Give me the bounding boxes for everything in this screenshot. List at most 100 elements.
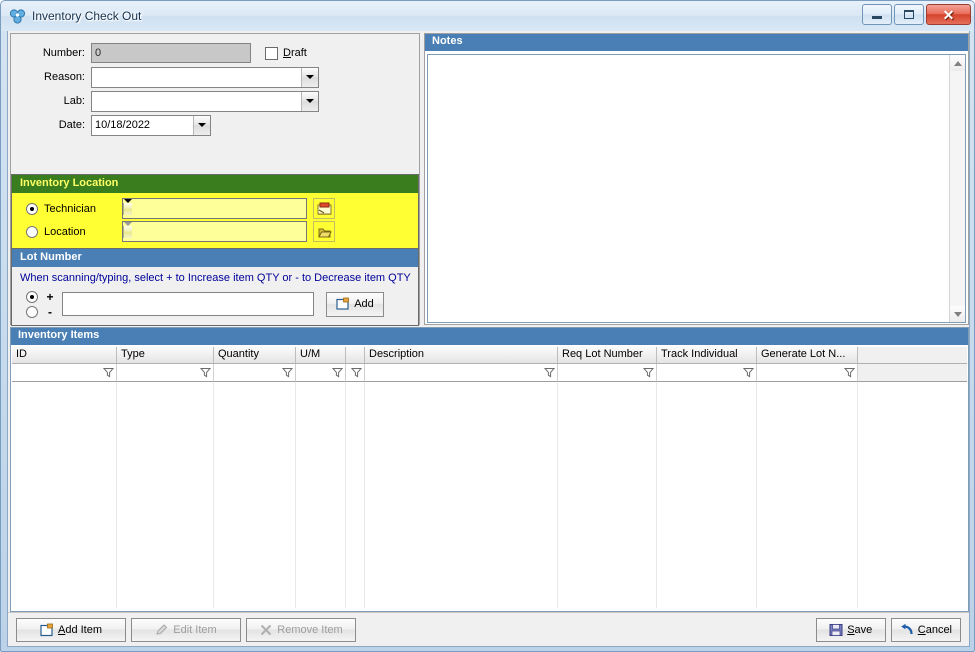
- notes-textarea[interactable]: [428, 55, 949, 322]
- lot-number-header: Lot Number: [12, 249, 418, 267]
- edit-item-label: Edit Item: [173, 624, 217, 636]
- filter-funnel-icon[interactable]: [643, 367, 654, 378]
- grid-column-filter-cell[interactable]: [558, 364, 657, 382]
- notes-scroll-down-button[interactable]: [950, 306, 965, 322]
- close-button[interactable]: ✕: [926, 4, 971, 25]
- save-floppy-icon: [829, 624, 843, 636]
- grid-filler: [858, 364, 967, 382]
- lab-row: Lab:: [11, 90, 419, 112]
- lot-sign-radios: + -: [12, 289, 62, 319]
- grid-column-filter-cell[interactable]: [296, 364, 346, 382]
- draft-checkbox[interactable]: [265, 46, 278, 60]
- date-value: 10/18/2022: [95, 119, 151, 131]
- reason-combobox[interactable]: [91, 66, 319, 88]
- lot-number-body: When scanning/typing, select + to Increa…: [12, 267, 418, 325]
- remove-item-button[interactable]: Remove Item: [246, 618, 356, 642]
- notes-scroll-up-button[interactable]: [950, 55, 965, 71]
- cancel-button[interactable]: Cancel: [890, 618, 961, 642]
- date-chevron-down-icon[interactable]: [193, 115, 210, 135]
- grid-column-filter-cell[interactable]: [346, 364, 365, 382]
- technician-combobox[interactable]: [122, 198, 307, 219]
- location-chevron-down-icon[interactable]: [123, 221, 132, 238]
- grid-column-header[interactable]: Type: [117, 347, 214, 364]
- add-note-icon: [336, 297, 350, 310]
- grid-column-header[interactable]: ID: [12, 347, 117, 364]
- filter-funnel-icon[interactable]: [200, 367, 211, 378]
- grid-column-header[interactable]: [346, 347, 365, 364]
- grid-column-body: [12, 382, 117, 608]
- lab-combobox[interactable]: [91, 90, 319, 112]
- filter-funnel-icon[interactable]: [743, 367, 754, 378]
- location-lookup-button[interactable]: [313, 221, 335, 242]
- lot-scan-input[interactable]: [62, 292, 314, 316]
- grid-column-header[interactable]: Description: [365, 347, 558, 364]
- lot-number-hint: When scanning/typing, select + to Increa…: [20, 272, 411, 284]
- minimize-button[interactable]: [862, 4, 892, 25]
- grid-column-filter-cell[interactable]: [757, 364, 858, 382]
- date-label: Date:: [58, 119, 85, 131]
- title-bar[interactable]: Inventory Check Out ✕: [1, 1, 974, 31]
- header-form: Number: 0 Draft Reason: Lab: Date: 10/18…: [11, 34, 419, 136]
- lot-minus-radio[interactable]: [26, 305, 38, 318]
- lot-input-row: + - Add: [12, 289, 418, 319]
- lab-chevron-down-icon[interactable]: [301, 91, 318, 111]
- filter-funnel-icon[interactable]: [351, 367, 362, 378]
- grid-column-filter-cell[interactable]: [657, 364, 757, 382]
- notes-scrollbar[interactable]: [949, 55, 965, 322]
- grid-column-filter-cell[interactable]: [12, 364, 117, 382]
- grid-column-filter-cell[interactable]: [365, 364, 558, 382]
- technician-lookup-icon: [317, 202, 331, 215]
- grid-column-body: [296, 382, 346, 608]
- save-button[interactable]: Save: [815, 618, 886, 642]
- grid-filter-row: [12, 364, 967, 382]
- technician-radio[interactable]: [26, 202, 38, 215]
- left-panel: Number: 0 Draft Reason: Lab: Date: 10/18…: [10, 33, 420, 326]
- grid-body-empty[interactable]: [12, 382, 967, 608]
- edit-item-button[interactable]: Edit Item: [131, 618, 241, 642]
- lot-add-button[interactable]: Add: [326, 291, 384, 317]
- grid-column-body: [346, 382, 365, 608]
- scroll-up-icon: [953, 60, 962, 66]
- grid-column-filter-cell[interactable]: [214, 364, 296, 382]
- grid-column-body: [558, 382, 657, 608]
- lot-plus-radio[interactable]: [26, 290, 38, 303]
- grid-column-header[interactable]: U/M: [296, 347, 346, 364]
- lot-plus-option[interactable]: +: [26, 289, 62, 304]
- inventory-items-header: Inventory Items: [11, 328, 968, 345]
- remove-item-icon: [261, 624, 272, 636]
- filter-funnel-icon[interactable]: [103, 367, 114, 378]
- reason-chevron-down-icon[interactable]: [301, 67, 318, 87]
- add-item-icon: [40, 623, 53, 637]
- technician-chevron-down-icon[interactable]: [123, 198, 132, 215]
- draft-checkbox-wrap[interactable]: Draft: [265, 46, 307, 60]
- grid-column-header[interactable]: Track Individual: [657, 347, 757, 364]
- inventory-check-out-window: Inventory Check Out ✕ Number: 0 Draft Re…: [0, 0, 975, 652]
- grid-column-header[interactable]: Generate Lot N...: [757, 347, 858, 364]
- maximize-icon: [904, 10, 914, 19]
- filter-funnel-icon[interactable]: [544, 367, 555, 378]
- inventory-location-body: Technician Location: [12, 193, 418, 248]
- location-label: Location: [44, 225, 86, 238]
- grid-filler: [858, 382, 967, 608]
- location-combobox[interactable]: [122, 221, 307, 242]
- lot-minus-option[interactable]: -: [26, 304, 62, 319]
- filter-funnel-icon[interactable]: [282, 367, 293, 378]
- technician-lookup-button[interactable]: [313, 198, 335, 219]
- filter-funnel-icon[interactable]: [332, 367, 343, 378]
- grid-column-body: [365, 382, 558, 608]
- technician-label: Technician: [44, 202, 96, 215]
- add-item-button[interactable]: Add Item: [16, 618, 126, 642]
- location-radio[interactable]: [26, 225, 38, 238]
- date-picker[interactable]: 10/18/2022: [91, 114, 211, 136]
- filter-funnel-icon[interactable]: [844, 367, 855, 378]
- notes-scroll-track[interactable]: [950, 71, 965, 306]
- number-input[interactable]: 0: [91, 43, 251, 63]
- close-icon: ✕: [942, 6, 955, 23]
- grid-header-row: ID Type Quantity U/M Description Req Lot Numb…: [12, 347, 967, 364]
- grid-column-filter-cell[interactable]: [117, 364, 214, 382]
- grid-column-header[interactable]: Quantity: [214, 347, 296, 364]
- number-row: Number: 0 Draft: [11, 42, 419, 64]
- grid-column-header[interactable]: Req Lot Number: [558, 347, 657, 364]
- lot-minus-label: -: [48, 304, 52, 319]
- maximize-button[interactable]: [894, 4, 924, 25]
